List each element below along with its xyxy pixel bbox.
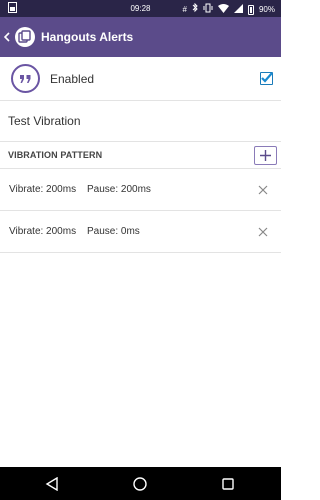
pattern-row[interactable]: Vibrate: 200ms Pause: 200ms <box>0 169 281 211</box>
close-icon <box>258 227 268 237</box>
status-bar: 09:28 # 90% <box>0 0 281 17</box>
battery-icon <box>247 4 254 15</box>
test-vibration-row[interactable]: Test Vibration <box>0 101 281 142</box>
signal-icon <box>233 3 243 16</box>
check-icon <box>261 72 273 83</box>
app-bar: Hangouts Alerts <box>0 17 281 57</box>
page-title: Hangouts Alerts <box>41 30 134 44</box>
pause-duration: Pause: 0ms <box>87 226 140 237</box>
vibrate-duration: Vibrate: 200ms <box>9 226 77 237</box>
enabled-label: Enabled <box>50 71 95 86</box>
close-icon <box>258 185 268 195</box>
bluetooth-icon <box>192 2 198 16</box>
hangouts-logo-icon <box>15 27 35 47</box>
back-button[interactable] <box>0 17 14 57</box>
home-nav-icon[interactable] <box>131 475 149 493</box>
remove-pattern-button[interactable] <box>257 226 269 238</box>
navigation-bar <box>0 467 281 500</box>
add-pattern-button[interactable] <box>254 146 277 165</box>
pattern-row[interactable]: Vibrate: 200ms Pause: 0ms <box>0 211 281 253</box>
recents-nav-icon[interactable] <box>219 475 237 493</box>
enabled-checkbox[interactable] <box>260 72 273 85</box>
vibrate-duration: Vibrate: 200ms <box>9 184 77 195</box>
chevron-left-icon <box>4 32 10 42</box>
vibration-pattern-header: VIBRATION PATTERN <box>0 142 281 169</box>
pause-duration: Pause: 200ms <box>87 184 151 195</box>
vibrate-icon <box>203 3 213 16</box>
battery-level: 90% <box>258 4 275 14</box>
section-title: VIBRATION PATTERN <box>8 150 103 160</box>
wifi-icon <box>217 3 229 16</box>
plus-icon <box>260 150 271 161</box>
remove-pattern-button[interactable] <box>257 184 269 196</box>
quote-icon <box>11 64 40 93</box>
hash-icon: # <box>182 4 187 14</box>
enabled-row[interactable]: Enabled <box>0 57 281 101</box>
test-vibration-label: Test Vibration <box>8 114 81 128</box>
back-nav-icon[interactable] <box>43 475 61 493</box>
